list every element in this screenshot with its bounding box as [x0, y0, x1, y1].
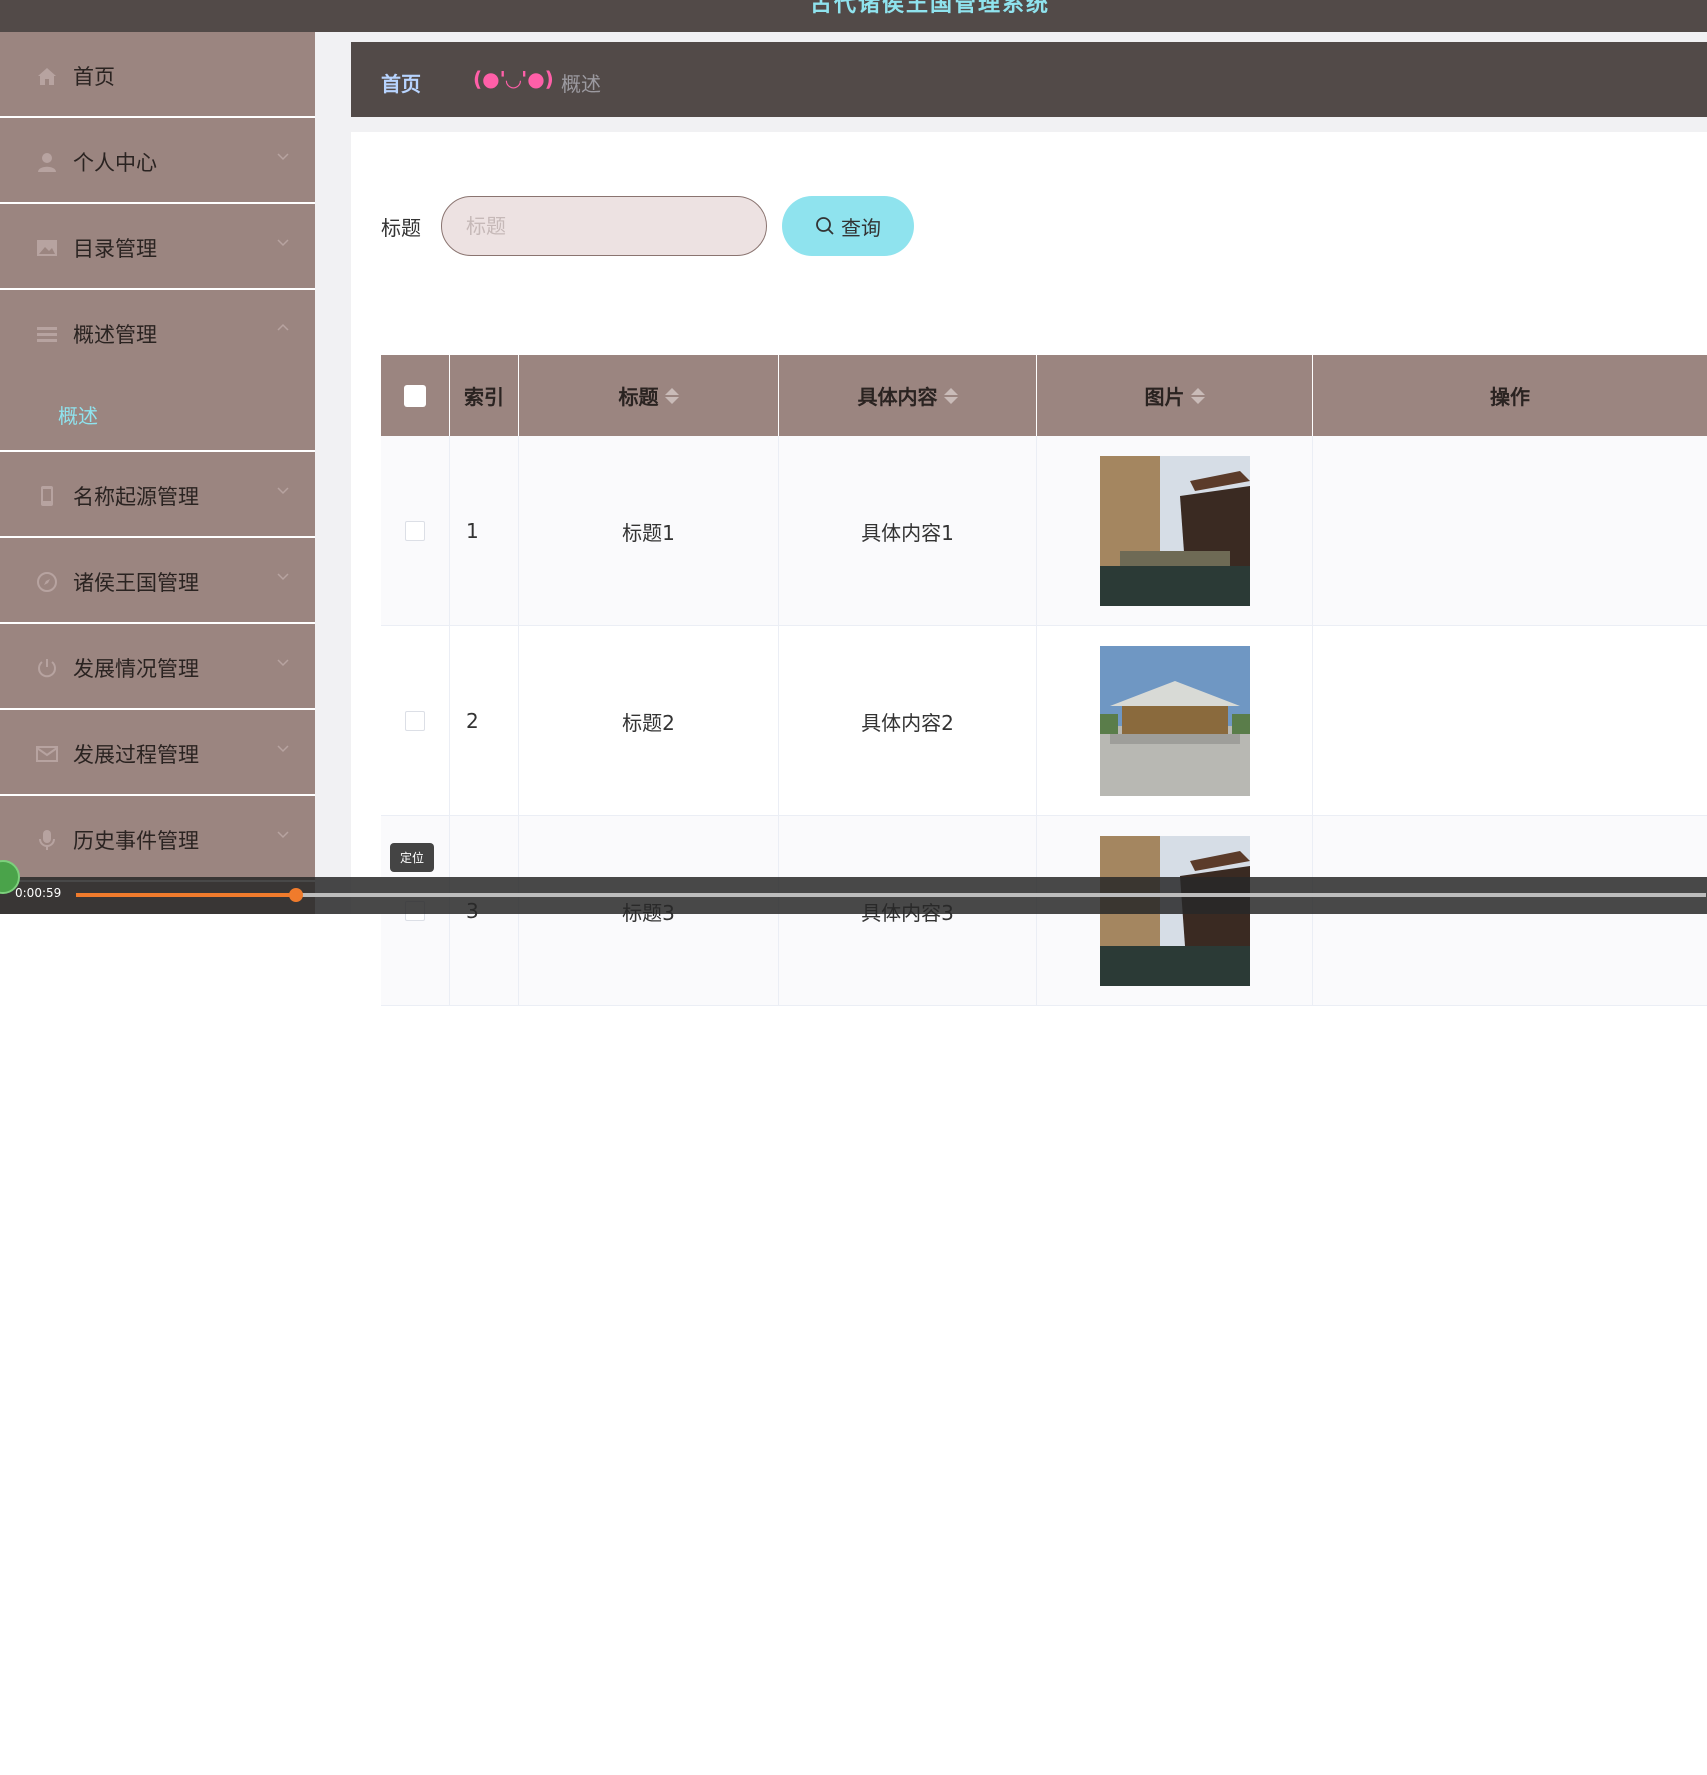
top-bar: 古代诸侯王国管理系统: [0, 0, 1707, 32]
cell-title: 标题2: [519, 626, 779, 816]
sidebar-item-label: 首页: [73, 65, 115, 89]
user-icon: [38, 153, 56, 172]
sidebar-item-kingdoms[interactable]: 诸侯王国管理: [0, 538, 315, 624]
compass-icon: [37, 572, 57, 592]
breadcrumb-home[interactable]: 首页: [381, 68, 421, 97]
microphone-icon: [39, 830, 55, 850]
sidebar-item-label: 发展情况管理: [73, 657, 199, 681]
table-row: 1 标题1 具体内容1: [381, 436, 1707, 626]
mail-icon: [36, 746, 58, 762]
column-header-title[interactable]: 标题: [519, 355, 779, 436]
sidebar-item-development-process[interactable]: 发展过程管理: [0, 710, 315, 796]
sidebar-item-historical-events[interactable]: 历史事件管理: [0, 796, 315, 882]
cell-content: 具体内容1: [779, 436, 1037, 626]
progress-track[interactable]: [76, 888, 1706, 902]
sidebar-item-label: 历史事件管理: [73, 829, 199, 853]
chevron-down-icon: [277, 487, 289, 495]
chevron-down-icon: [277, 573, 289, 581]
app-title: 古代诸侯王国管理系统: [810, 0, 1051, 17]
breadcrumb: 首页 (●'◡'●) 概述: [351, 42, 1707, 117]
cell-title: 标题1: [519, 436, 779, 626]
phone-icon: [41, 486, 53, 506]
sidebar-item-label: 发展过程管理: [73, 743, 199, 767]
chevron-down-icon: [277, 659, 289, 667]
chevron-down-icon: [277, 831, 289, 839]
video-player-bar: 0:00:59 CSDN @QQ3359892174: [0, 877, 1707, 1775]
column-header-index: 索引: [450, 355, 519, 436]
player-time: 0:00:59: [15, 886, 62, 900]
sidebar-item-catalog[interactable]: 目录管理: [0, 204, 315, 290]
progress-fill: [76, 893, 297, 897]
sidebar-item-label: 个人中心: [73, 151, 157, 175]
chevron-down-icon: [277, 239, 289, 247]
column-header-image[interactable]: 图片: [1037, 355, 1313, 436]
cell-index: 1: [450, 436, 519, 626]
row-checkbox[interactable]: [405, 711, 425, 731]
search-input[interactable]: [441, 196, 767, 256]
chevron-down-icon: [277, 745, 289, 753]
sidebar: 首页 个人中心 目录管理 概述管理 概述 名称起源管理 诸侯王国管理 发展情况管…: [0, 32, 315, 914]
search-button[interactable]: 查询: [782, 196, 914, 256]
player-tooltip: 定位: [390, 843, 435, 872]
cell-index: 2: [450, 626, 519, 816]
sort-icon[interactable]: [943, 387, 958, 404]
search-button-label: 查询: [841, 215, 881, 240]
home-icon: [38, 68, 56, 85]
chevron-up-icon: [277, 323, 289, 331]
sidebar-item-label: 名称起源管理: [73, 485, 199, 509]
picture-icon: [37, 240, 57, 256]
sidebar-item-label: 概述管理: [73, 323, 157, 347]
row-image-palace-hall[interactable]: [1099, 646, 1250, 796]
list-icon: [37, 327, 57, 342]
column-header-content[interactable]: 具体内容: [779, 355, 1037, 436]
header-select-all[interactable]: [381, 355, 450, 436]
sidebar-item-label: 诸侯王国管理: [73, 571, 199, 595]
sort-icon[interactable]: [664, 387, 679, 404]
cell-actions: [1313, 626, 1707, 816]
search-icon: [816, 217, 834, 235]
sidebar-item-name-origin[interactable]: 名称起源管理: [0, 452, 315, 538]
search-label: 标题: [381, 216, 421, 240]
sidebar-item-profile[interactable]: 个人中心: [0, 118, 315, 204]
main-content: 首页 (●'◡'●) 概述 标题 查询 索引 标题 具体内容 图片 操作 1 标…: [315, 32, 1707, 1006]
content-panel: 标题 查询 索引 标题 具体内容 图片 操作 1 标题1 具体内容1: [351, 132, 1707, 1006]
table-header: 索引 标题 具体内容 图片 操作: [381, 355, 1707, 436]
breadcrumb-separator-face: (●'◡'●): [473, 67, 554, 91]
breadcrumb-current: 概述: [561, 72, 601, 96]
sidebar-item-overview-management[interactable]: 概述管理 概述: [0, 290, 315, 452]
sidebar-subitem-overview[interactable]: 概述: [58, 400, 98, 429]
table-row: 2 标题2 具体内容2: [381, 626, 1707, 816]
column-header-actions: 操作: [1490, 385, 1530, 409]
sidebar-item-development-status[interactable]: 发展情况管理: [0, 624, 315, 710]
progress-knob[interactable]: [289, 888, 304, 902]
sort-icon[interactable]: [1190, 387, 1205, 404]
select-all-checkbox[interactable]: [404, 384, 426, 407]
watermark: CSDN @QQ3359892174: [1321, 1740, 1703, 1775]
row-checkbox[interactable]: [405, 521, 425, 541]
cell-content: 具体内容2: [779, 626, 1037, 816]
cell-actions: [1313, 436, 1707, 626]
sidebar-item-home[interactable]: 首页: [0, 32, 315, 118]
row-image-temple-garden[interactable]: [1099, 456, 1250, 606]
power-icon: [38, 659, 56, 678]
chevron-down-icon: [277, 153, 289, 161]
sidebar-item-label: 目录管理: [73, 237, 157, 261]
